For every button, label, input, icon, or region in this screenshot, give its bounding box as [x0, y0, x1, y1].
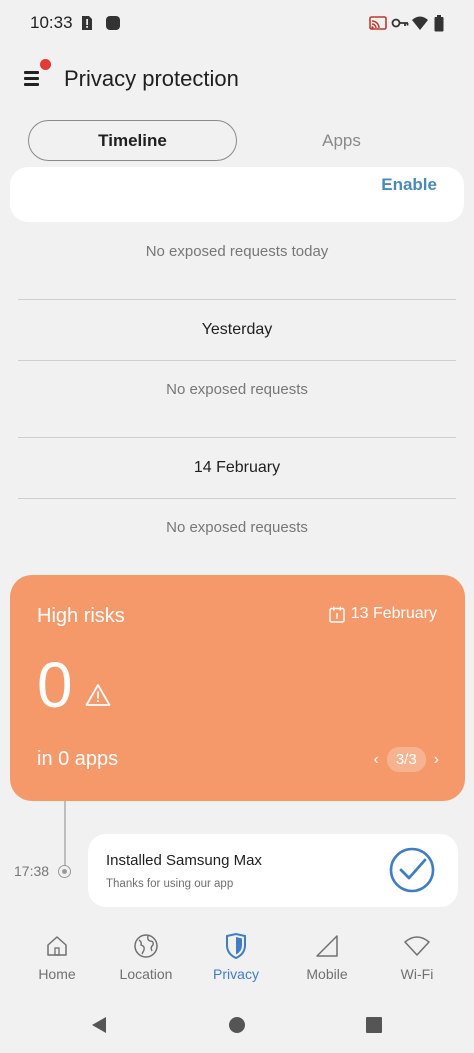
sim-alert-icon	[82, 16, 92, 30]
app-notification-icon	[106, 16, 120, 30]
event-subtitle: Thanks for using our app	[106, 878, 234, 890]
yesterday-empty-text: No exposed requests	[166, 381, 308, 398]
nav-label-wifi: Wi-Fi	[400, 966, 434, 982]
globe-icon	[134, 934, 158, 958]
home-circle-icon[interactable]	[228, 1016, 246, 1034]
back-icon[interactable]	[90, 1016, 108, 1034]
vpn-key-icon	[391, 18, 409, 28]
status-bar: 10:33	[0, 0, 474, 48]
risk-pager: ‹ 3/3 ›	[373, 747, 439, 772]
divider	[18, 437, 456, 438]
calendar-icon	[329, 606, 345, 623]
notification-dot	[40, 59, 51, 70]
risk-card-title: High risks	[37, 605, 125, 627]
system-nav-bar	[0, 1005, 474, 1045]
nav-item-home[interactable]: Home	[12, 932, 102, 982]
section-heading-14-february: 14 February	[193, 459, 281, 476]
divider	[18, 498, 456, 499]
today-empty-text: No exposed requests today	[145, 243, 329, 260]
risk-apps-text: in 0 apps	[37, 748, 119, 770]
tab-apps[interactable]: Apps	[250, 120, 433, 161]
bottom-nav: Home Location Privacy Mobile Wi-Fi	[0, 932, 474, 992]
nav-label-privacy: Privacy	[213, 966, 259, 982]
risk-date: 13 February	[329, 605, 437, 623]
nav-label-location: Location	[119, 966, 173, 982]
timeline-dot	[58, 865, 71, 878]
home-icon	[47, 936, 67, 956]
recents-icon[interactable]	[365, 1016, 383, 1034]
status-time: 10:33	[30, 13, 73, 32]
warning-icon	[85, 684, 111, 706]
nav-label-home: Home	[38, 966, 76, 982]
check-circle-icon	[389, 847, 435, 893]
14-february-empty-text: No exposed requests	[166, 519, 308, 536]
menu-button[interactable]	[20, 59, 51, 92]
risk-date-text: 13 February	[350, 605, 437, 622]
nav-label-mobile: Mobile	[306, 966, 348, 982]
event-time: 17:38	[14, 863, 50, 879]
divider	[18, 360, 456, 361]
nav-item-wifi[interactable]: Wi-Fi	[372, 932, 462, 982]
enable-card: Enable	[10, 167, 464, 222]
enable-button[interactable]: Enable	[381, 175, 437, 195]
chevron-right-icon[interactable]: ›	[434, 751, 439, 769]
shield-icon	[226, 933, 246, 959]
risk-count: 0	[37, 649, 73, 721]
nav-item-location[interactable]: Location	[101, 932, 191, 982]
high-risks-card[interactable]: High risks 13 February 0 in 0 apps ‹ 3/3…	[10, 575, 465, 801]
battery-icon	[434, 15, 444, 32]
nav-item-mobile[interactable]: Mobile	[282, 932, 372, 982]
page-title: Privacy protection	[64, 66, 239, 91]
chevron-left-icon[interactable]: ‹	[373, 751, 378, 769]
divider	[18, 299, 456, 300]
cast-icon	[369, 16, 387, 30]
section-heading-yesterday: Yesterday	[201, 321, 273, 338]
nav-item-privacy[interactable]: Privacy	[191, 932, 281, 982]
pager-indicator: 3/3	[386, 747, 426, 772]
wifi-icon	[412, 16, 428, 30]
event-card[interactable]: Installed Samsung Max Thanks for using o…	[88, 834, 458, 907]
timeline-connector	[64, 801, 66, 867]
signal-icon	[316, 935, 338, 957]
tab-timeline[interactable]: Timeline	[28, 120, 237, 161]
event-title: Installed Samsung Max	[106, 852, 262, 869]
wifi-icon	[404, 936, 430, 956]
